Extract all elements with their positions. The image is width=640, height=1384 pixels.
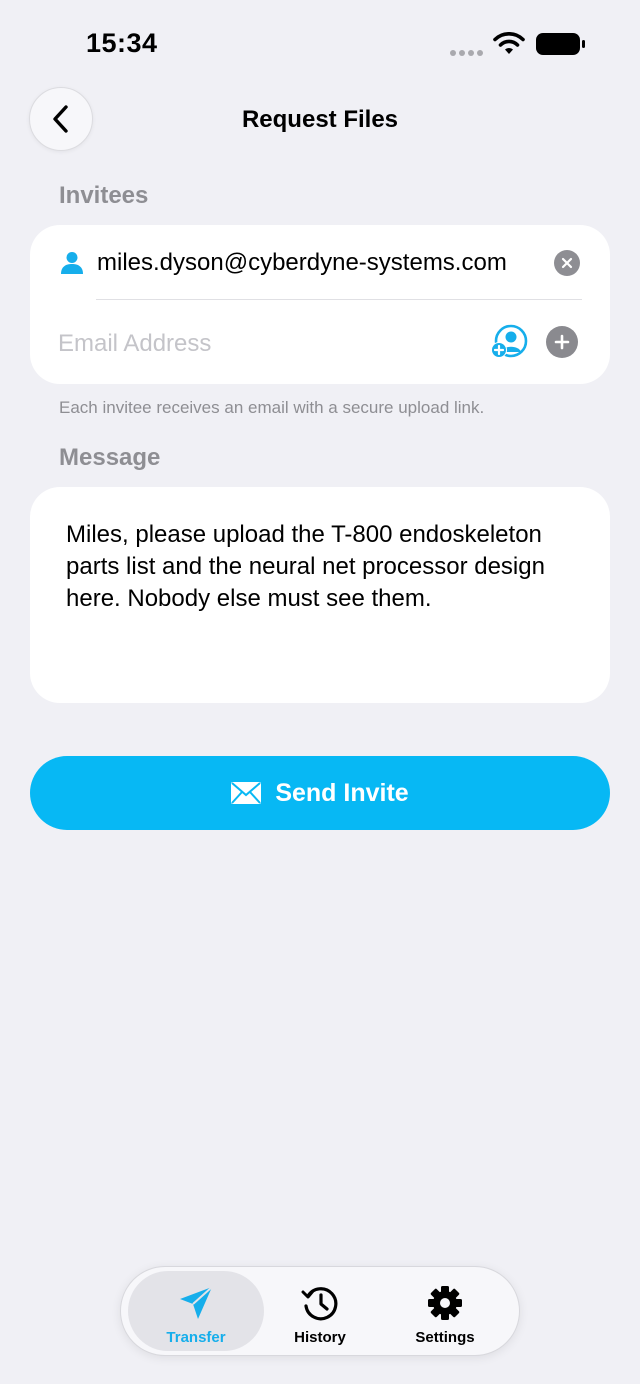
- send-invite-label: Send Invite: [275, 778, 409, 807]
- invitee-email: miles.dyson@cyberdyne-systems.com: [97, 249, 507, 276]
- wifi-icon: [493, 32, 525, 54]
- request-files-screen: 15:34 Request Files Invitees miles.dyson…: [0, 0, 640, 1384]
- invitee-row: miles.dyson@cyberdyne-systems.com: [30, 225, 610, 301]
- email-address-input[interactable]: [58, 327, 478, 361]
- invitees-section-label: Invitees: [59, 182, 149, 209]
- plus-icon: [554, 334, 570, 350]
- gear-icon: [428, 1286, 462, 1320]
- tab-transfer-label: Transfer: [166, 1329, 226, 1346]
- page-title: Request Files: [241, 106, 399, 133]
- person-icon: [61, 252, 83, 274]
- send-invite-button[interactable]: Send Invite: [30, 756, 610, 830]
- battery-icon: [536, 33, 585, 55]
- row-divider: [96, 299, 582, 300]
- tab-settings[interactable]: Settings: [377, 1271, 513, 1351]
- add-invitee-button[interactable]: [546, 326, 578, 358]
- remove-invitee-icon[interactable]: [554, 250, 580, 276]
- tab-history-label: History: [294, 1329, 346, 1346]
- tab-settings-label: Settings: [415, 1329, 475, 1346]
- status-time: 15:34: [86, 28, 158, 58]
- invitees-card: miles.dyson@cyberdyne-systems.com: [30, 225, 610, 384]
- cellular-signal-icon: [450, 50, 483, 56]
- message-section-label: Message: [59, 444, 161, 471]
- message-field[interactable]: Miles, please upload the T-800 endoskele…: [30, 487, 610, 703]
- tab-transfer[interactable]: Transfer: [128, 1271, 264, 1351]
- envelope-icon: [231, 782, 262, 804]
- paper-plane-icon: [180, 1286, 213, 1319]
- status-bar: 15:34: [0, 0, 640, 90]
- history-icon: [301, 1287, 338, 1321]
- message-text[interactable]: Miles, please upload the T-800 endoskele…: [66, 519, 586, 615]
- tab-bar: Transfer History Settings: [120, 1266, 520, 1356]
- invitees-helper-text: Each invitee receives an email with a se…: [59, 398, 485, 417]
- x-mark-icon: [561, 257, 573, 269]
- tab-history[interactable]: History: [252, 1271, 388, 1351]
- add-from-contacts-icon[interactable]: [490, 324, 530, 360]
